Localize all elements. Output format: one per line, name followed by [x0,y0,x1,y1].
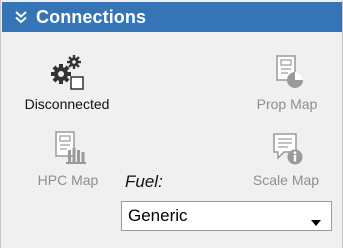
prop-map-button[interactable]: Prop Map [229,52,343,112]
hpc-map-label: HPC Map [37,172,99,188]
hpc-map-button[interactable]: HPC Map [23,128,113,188]
disconnected-button[interactable]: Disconnected [9,52,125,112]
prop-map-label: Prop Map [256,96,318,112]
scale-map-label: Scale Map [252,172,320,188]
double-chevron-down-icon[interactable] [8,2,34,32]
disconnected-label: Disconnected [24,96,110,112]
scale-map-button[interactable]: Scale Map [228,128,343,188]
connections-header[interactable]: Connections [2,2,342,32]
gears-icon [47,52,87,92]
panel-title: Connections [36,6,147,27]
fuel-select[interactable]: Generic [121,201,332,231]
fuel-label: Fuel: [125,172,163,191]
fuel-selected-value: Generic [128,206,188,225]
scale-map-icon [266,128,306,168]
hpc-map-icon [48,128,88,168]
connections-panel: Connections Disconnected Prop Map HPC Ma… [0,0,343,248]
prop-map-icon [267,52,307,92]
dropdown-arrow-icon[interactable] [311,213,321,226]
